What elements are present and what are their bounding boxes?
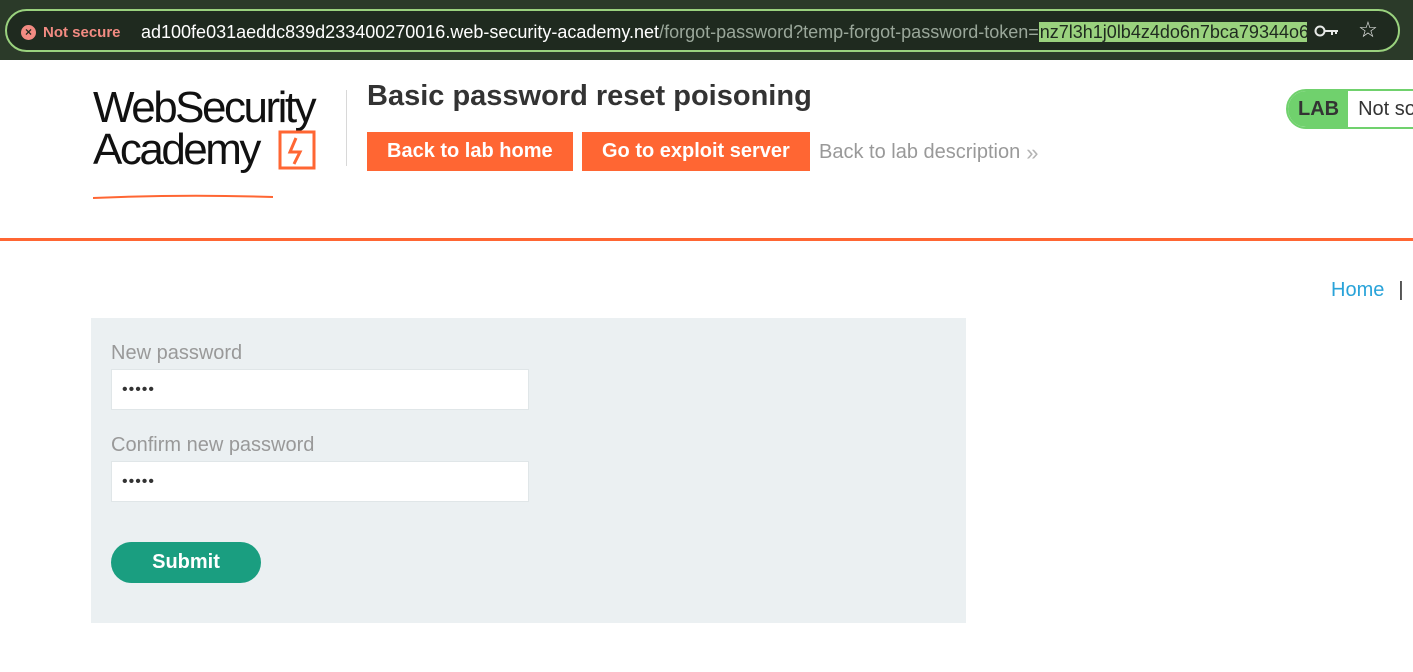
lightning-bolt-icon [278, 130, 316, 170]
security-label: Not secure [43, 23, 121, 41]
nav-separator: | [1398, 279, 1404, 301]
new-password-field[interactable] [111, 369, 529, 410]
lab-badge: LAB [1288, 91, 1349, 127]
url-path: /forgot-password?temp-forgot-password-to… [659, 22, 1039, 42]
url-token-highlight: nz7l3h1j0lb4z4do6n7bca79344o6ex9 [1038, 22, 1307, 42]
warning-icon: × [21, 24, 36, 40]
logo-underline [93, 194, 273, 199]
logo-divider [346, 90, 347, 166]
nav-home-link[interactable]: Home [1331, 279, 1384, 302]
url-host: ad100fe031aeddc839d233400270016.web-secu… [141, 22, 660, 42]
bookmark-star-icon[interactable]: ☆ [1356, 18, 1380, 42]
url-text[interactable]: ad100fe031aeddc839d233400270016.web-secu… [141, 21, 1307, 43]
go-to-exploit-server-button[interactable]: Go to exploit server [582, 132, 810, 171]
logo-line-2: Academy [93, 125, 261, 174]
back-to-lab-description-link[interactable]: Back to lab description » [819, 141, 1038, 164]
key-icon[interactable] [1314, 23, 1340, 39]
browser-address-bar: × Not secure ad100fe031aeddc839d23340027… [0, 0, 1413, 60]
logo-line-1: WebSecurity [93, 83, 317, 132]
url-omnibox[interactable]: × Not secure ad100fe031aeddc839d23340027… [5, 9, 1400, 52]
submit-button[interactable]: Submit [111, 542, 261, 583]
confirm-password-label: Confirm new password [111, 434, 315, 456]
confirm-password-field[interactable] [111, 461, 529, 502]
back-to-lab-description-label: Back to lab description [819, 141, 1021, 163]
lab-title: Basic password reset poisoning [367, 80, 812, 112]
top-navigation: Home | [1331, 279, 1404, 302]
back-to-lab-home-button[interactable]: Back to lab home [367, 132, 573, 171]
lab-status-text: Not solved [1348, 91, 1413, 127]
reset-password-form: New password Confirm new password Submit [91, 318, 966, 623]
lab-header: WebSecurity Academy Basic password reset… [0, 60, 1413, 241]
lab-status-widget: LAB Not solved [1286, 89, 1413, 129]
double-chevron-right-icon: » [1026, 139, 1039, 165]
security-indicator[interactable]: × Not secure [21, 22, 121, 42]
new-password-label: New password [111, 342, 243, 364]
